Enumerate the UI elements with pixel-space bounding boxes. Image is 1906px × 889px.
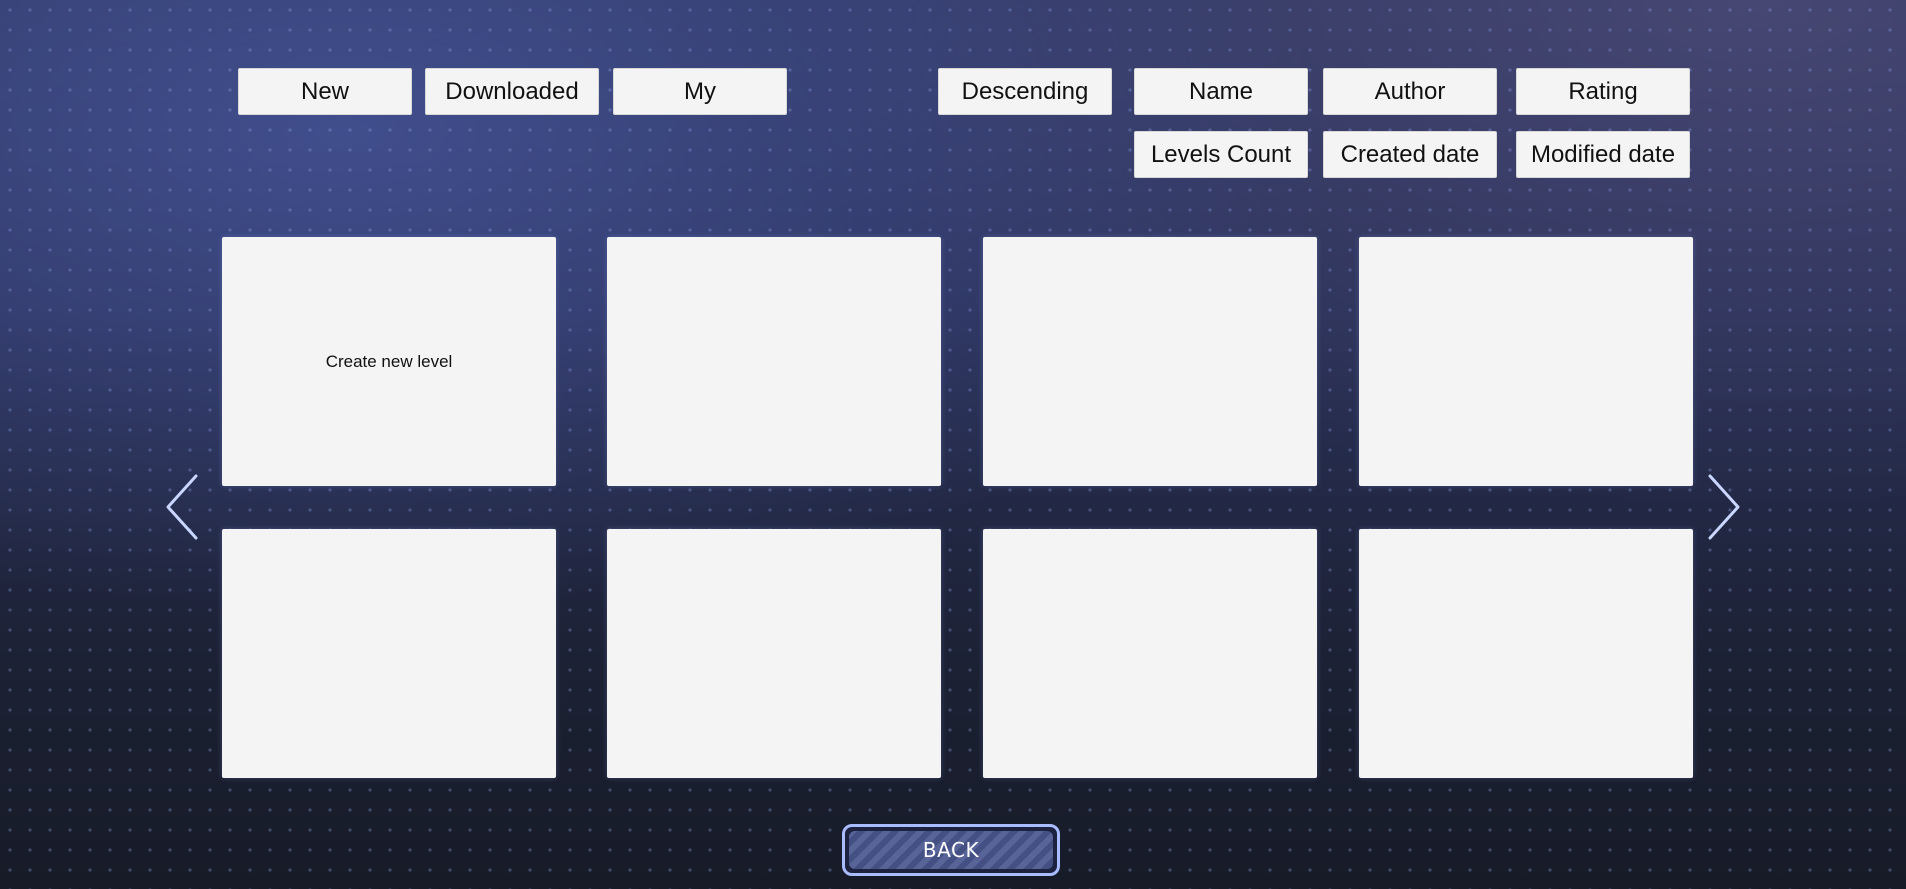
level-card[interactable] <box>607 237 941 486</box>
level-card[interactable] <box>1359 237 1693 486</box>
sort-levels-count-button[interactable]: Levels Count <box>1134 131 1308 178</box>
filter-my-button[interactable]: My <box>613 68 787 115</box>
chevron-right-icon <box>1708 474 1740 540</box>
sort-rating-button[interactable]: Rating <box>1516 68 1690 115</box>
filter-new-button[interactable]: New <box>238 68 412 115</box>
sort-order-button[interactable]: Descending <box>938 68 1112 115</box>
level-card[interactable] <box>607 529 941 778</box>
back-button-face: BACK <box>849 831 1053 869</box>
sort-author-button[interactable]: Author <box>1323 68 1497 115</box>
sort-name-button[interactable]: Name <box>1134 68 1308 115</box>
level-card[interactable] <box>1359 529 1693 778</box>
sort-created-date-button[interactable]: Created date <box>1323 131 1497 178</box>
create-new-level-card[interactable]: Create new level <box>222 237 556 486</box>
next-page-button[interactable] <box>1704 472 1744 542</box>
filter-downloaded-button[interactable]: Downloaded <box>425 68 599 115</box>
level-card[interactable] <box>983 529 1317 778</box>
previous-page-button[interactable] <box>162 472 202 542</box>
chevron-left-icon <box>166 474 198 540</box>
level-card[interactable] <box>983 237 1317 486</box>
back-button-label: BACK <box>922 838 980 862</box>
create-new-level-label: Create new level <box>325 351 453 371</box>
back-button[interactable]: BACK <box>842 824 1060 876</box>
level-card[interactable] <box>222 529 556 778</box>
sort-modified-date-button[interactable]: Modified date <box>1516 131 1690 178</box>
